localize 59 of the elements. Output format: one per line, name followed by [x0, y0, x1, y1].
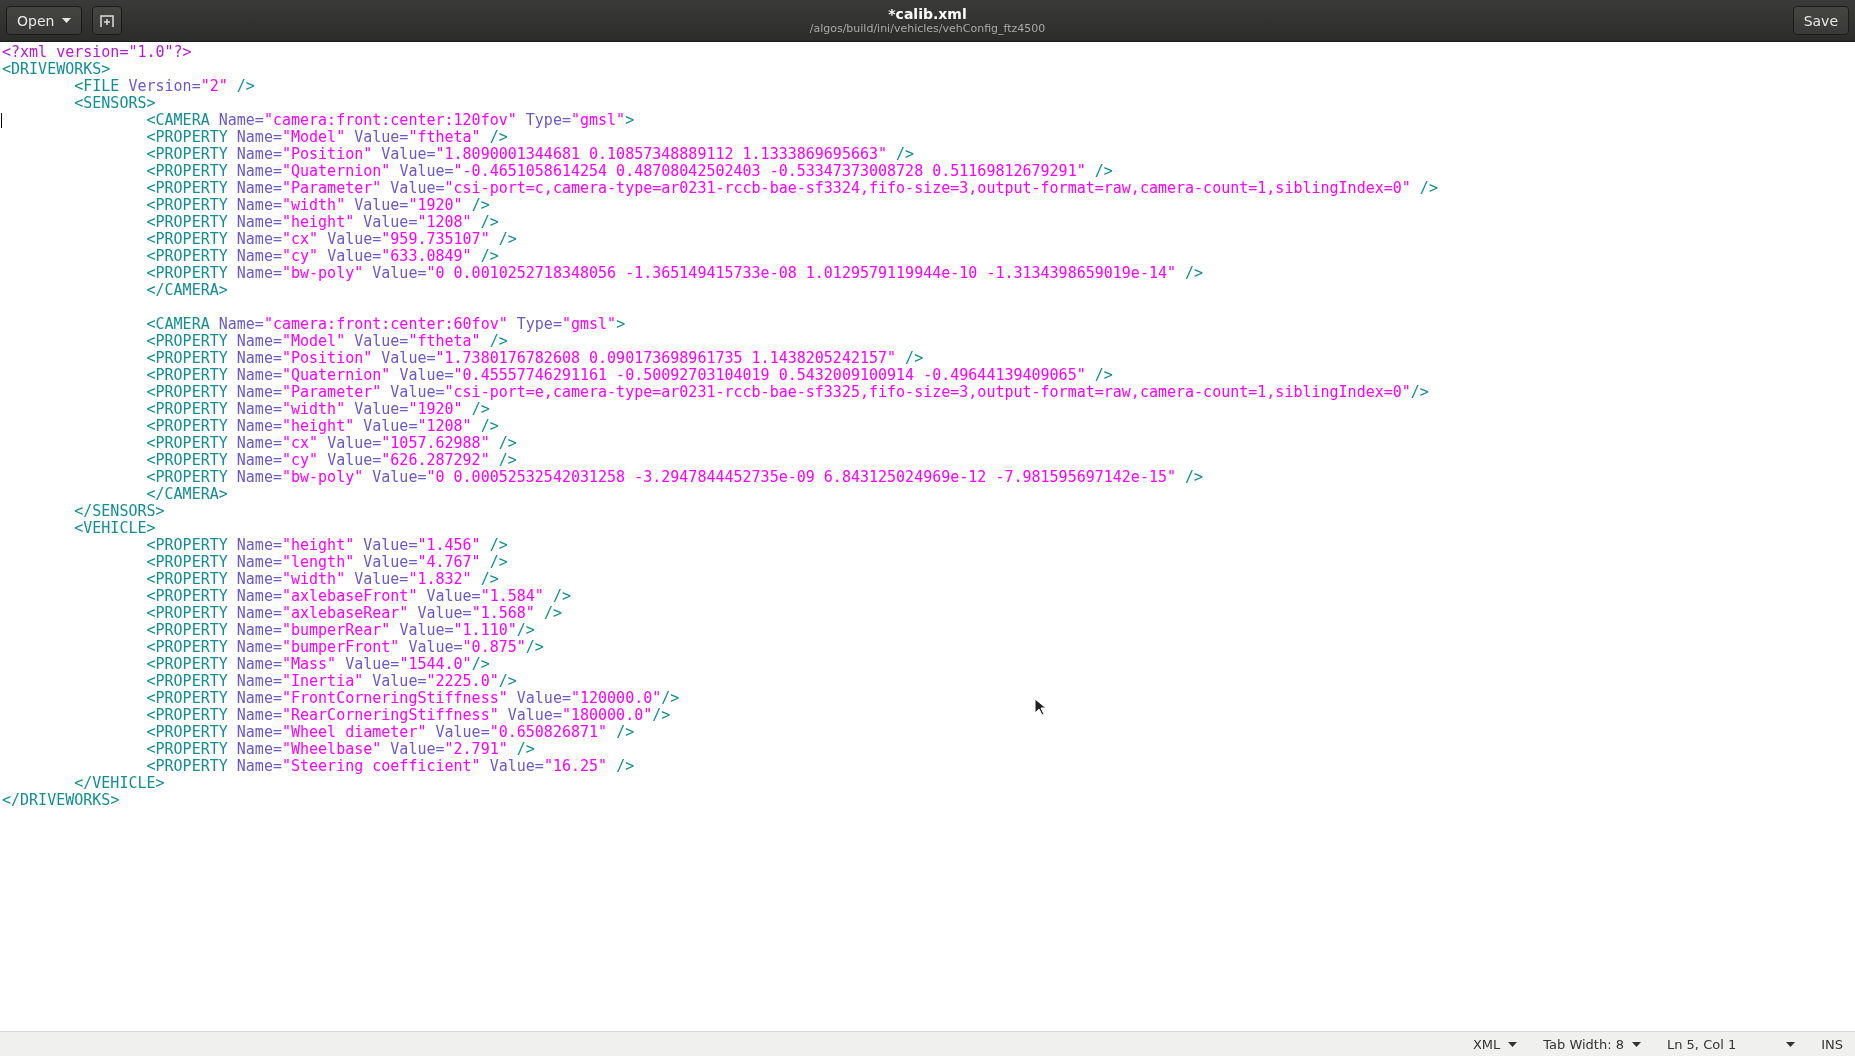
code-line: </DRIVEWORKS> [1, 792, 120, 809]
file-path: /algos/build/ini/vehicles/vehConfig_ftz4500 [809, 22, 1046, 35]
code-line: <PROPERTY Name="width" Value="1920" /> [145, 401, 490, 418]
code-line: <PROPERTY Name="Model" Value="ftheta" /> [145, 129, 508, 146]
code-line: <PROPERTY Name="Quaternion" Value="-0.4651058614254 0.48708042502403 -0.53347373008728 0.51169812679291" /> [145, 163, 1113, 180]
code-line: <PROPERTY Name="Model" Value="ftheta" /> [145, 333, 508, 350]
caret-icon [1786, 1041, 1796, 1047]
caret-icon [1632, 1041, 1641, 1047]
code-line: <VEHICLE> [73, 520, 156, 537]
code-line: <PROPERTY Name="Parameter" Value="csi-port=e,camera-type=ar0231-rccb-bae-sf3325,fifo-size=3,output-format=raw,camera-count=1,siblingIndex=0"/> [145, 384, 1429, 401]
code-line: <PROPERTY Name="cy" Value="633.0849" /> [145, 248, 499, 265]
code-line: <PROPERTY Name="length" Value="4.767" /> [145, 554, 508, 571]
code-line: <PROPERTY Name="Position" Value="1.8090001344681 0.10857348889112 1.1333869695663" /> [145, 146, 915, 163]
code-line: <PROPERTY Name="axlebaseFront" Value="1.584" /> [145, 588, 571, 605]
code-line: </VEHICLE> [73, 775, 165, 792]
mouse-pointer-icon [1034, 698, 1046, 716]
code-line: <PROPERTY Name="Steering coefficient" Value="16.25" /> [145, 758, 635, 775]
code-line: <DRIVEWORKS> [1, 61, 111, 78]
code-line: <CAMERA Name="camera:front:center:60fov" Type="gmsl"> [145, 316, 626, 333]
code-line: <FILE Version="2" /> [73, 78, 255, 95]
open-button[interactable]: Open [6, 6, 83, 35]
code-line: <CAMERA Name="camera:front:center:120fov" Type="gmsl"> [0, 112, 635, 129]
code-line: <PROPERTY Name="width" Value="1920" /> [145, 197, 490, 214]
code-line: <SENSORS> [73, 95, 156, 112]
save-button[interactable]: Save [1792, 6, 1849, 35]
code-line: <PROPERTY Name="Quaternion" Value="0.45557746291161 -0.50092703104019 0.5432009100914 -0.49644139409065" /> [145, 367, 1113, 384]
code-line: </CAMERA> [145, 282, 228, 299]
code-line: <PROPERTY Name="Wheel diameter" Value="0.650826871" /> [145, 724, 635, 741]
tab-width-selector[interactable]: Tab Width: 8 [1543, 1036, 1641, 1052]
code-line: <PROPERTY Name="Wheelbase" Value="2.791" /> [145, 741, 535, 758]
code-line: </SENSORS> [73, 503, 165, 520]
code-line: <PROPERTY Name="Position" Value="1.7380176782608 0.090173698961735 1.1438205242157" /> [145, 350, 924, 367]
code-line: <PROPERTY Name="height" Value="1208" /> [145, 418, 499, 435]
code-line: <PROPERTY Name="Parameter" Value="csi-port=c,camera-type=ar0231-rccb-bae-sf3324,fifo-size=3,output-format=raw,camera-count=1,siblingIndex=0" /> [145, 180, 1438, 197]
code-line: <PROPERTY Name="bumperRear" Value="1.110"/> [145, 622, 535, 639]
code-line: <PROPERTY Name="height" Value="1.456" /> [145, 537, 508, 554]
language-selector[interactable]: XML [1472, 1036, 1518, 1052]
code-line: <?xml version="1.0"?> [1, 44, 192, 61]
code-line: <PROPERTY Name="height" Value="1208" /> [145, 214, 499, 231]
new-document-button[interactable] [92, 6, 123, 35]
caret-icon [62, 18, 72, 23]
new-document-icon [100, 13, 115, 28]
code-line: <PROPERTY Name="cy" Value="626.287292" /> [145, 452, 517, 469]
code-line: <PROPERTY Name="Inertia" Value="2225.0"/> [145, 673, 517, 690]
code-line: <PROPERTY Name="bumperFront" Value="0.875"/> [145, 639, 544, 656]
code-line: <PROPERTY Name="bw-poly" Value="0 0.0010252718348056 -1.365149415733e-08 1.0129579119944e-10 -1.3134398659019e-14" /> [145, 265, 1204, 282]
code-line: <PROPERTY Name="bw-poly" Value="0 0.00052532542031258 -3.2947844452735e-09 6.843125024969e-12 -7.981595697142e-15" /> [145, 469, 1204, 486]
code-line: <PROPERTY Name="Mass" Value="1544.0"/> [145, 656, 490, 673]
window-title: *calib.xml [888, 6, 967, 22]
cursor-position-selector[interactable]: Ln 5, Col 1 [1667, 1036, 1796, 1052]
insert-mode-label: INS [1821, 1036, 1843, 1052]
code-line: <PROPERTY Name="cx" Value="1057.62988" /> [145, 435, 517, 452]
code-line: <PROPERTY Name="cx" Value="959.735107" /> [145, 231, 517, 248]
code-line: <PROPERTY Name="width" Value="1.832" /> [145, 571, 499, 588]
code-line: <PROPERTY Name="axlebaseRear" Value="1.568" /> [145, 605, 562, 622]
code-line: <PROPERTY Name="RearCorneringStiffness" Value="180000.0"/> [145, 707, 671, 724]
code-line: </CAMERA> [145, 486, 228, 503]
caret-icon [1508, 1041, 1518, 1047]
code-line: <PROPERTY Name="FrontCorneringStiffness" Value="120000.0"/> [145, 690, 680, 707]
